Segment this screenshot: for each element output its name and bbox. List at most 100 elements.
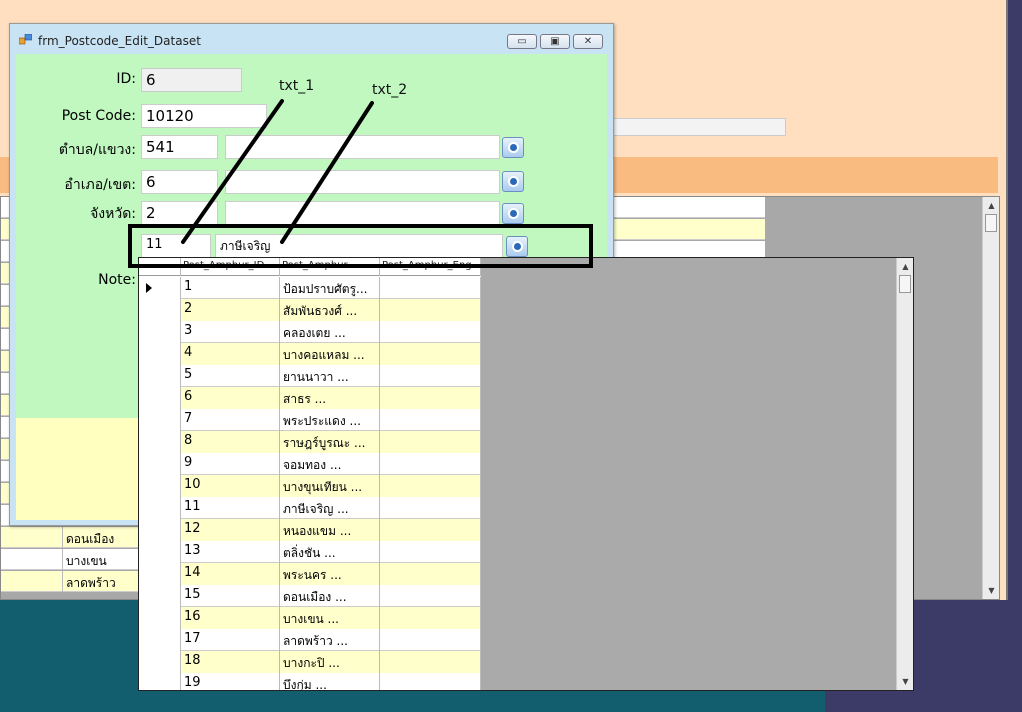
row-header[interactable] (139, 563, 181, 585)
row-header[interactable] (139, 299, 181, 321)
table-row[interactable]: 15 ดอนเมือง ... (139, 585, 481, 607)
cell-amphur-id[interactable]: 10 (181, 475, 280, 497)
cell-amphur-name[interactable]: พระประแดง ... (280, 409, 380, 431)
scroll-down-icon[interactable]: ▼ (983, 582, 1000, 599)
cell-amphur-name[interactable]: คลองเตย ... (280, 321, 380, 343)
scroll-up-icon[interactable]: ▲ (983, 197, 1000, 214)
cell-amphur-eng[interactable] (380, 365, 481, 387)
row-header[interactable] (139, 343, 181, 365)
row-header[interactable] (139, 453, 181, 475)
cell-amphur-name[interactable]: สาธร ... (280, 387, 380, 409)
background-grid-scrollbar[interactable]: ▲ ▼ (982, 197, 999, 599)
cell-amphur-name[interactable]: บางคอแหลม ... (280, 343, 380, 365)
cell-amphur-eng[interactable] (380, 497, 481, 519)
tambon-name-field[interactable] (225, 135, 500, 159)
row-header[interactable] (139, 673, 181, 690)
cell-amphur-name[interactable]: สัมพันธวงศ์ ... (280, 299, 380, 321)
row-header[interactable] (139, 321, 181, 343)
cell-amphur-eng[interactable] (380, 409, 481, 431)
minimize-button[interactable]: ▭ (507, 34, 537, 49)
cell-amphur-name[interactable]: ลาดพร้าว ... (280, 629, 380, 651)
cell-amphur-eng[interactable] (380, 651, 481, 673)
cell-amphur-id[interactable]: 3 (181, 321, 280, 343)
cell-amphur-eng[interactable] (380, 277, 481, 299)
cell-amphur-eng[interactable] (380, 541, 481, 563)
table-row[interactable]: 13 ตลิ่งชัน ... (139, 541, 481, 563)
cell-amphur-eng[interactable] (380, 607, 481, 629)
amphur-dropdown-grid[interactable]: Post_Amphur_ID Post_Amphur Post_Amphur_E… (138, 257, 914, 691)
cell-amphur-name[interactable]: ดอนเมือง ... (280, 585, 380, 607)
cell-amphur-eng[interactable] (380, 431, 481, 453)
table-row[interactable]: 3 คลองเตย ... (139, 321, 481, 343)
province-search-button[interactable] (502, 203, 524, 224)
cell-amphur-eng[interactable] (380, 563, 481, 585)
table-row[interactable]: 14 พระนคร ... (139, 563, 481, 585)
cell-amphur-id[interactable]: 4 (181, 343, 280, 365)
cell-amphur-eng[interactable] (380, 453, 481, 475)
table-row[interactable]: 12 หนองแขม ... (139, 519, 481, 541)
row-header[interactable] (139, 475, 181, 497)
amphur-code-field[interactable]: 6 (141, 170, 218, 194)
cell-amphur-eng[interactable] (380, 299, 481, 321)
cell-amphur-eng[interactable] (380, 585, 481, 607)
table-row[interactable]: 16 บางเขน ... (139, 607, 481, 629)
row-header[interactable] (139, 585, 181, 607)
table-row[interactable]: 6 สาธร ... (139, 387, 481, 409)
province-name-field[interactable] (225, 201, 500, 225)
cell-amphur-id[interactable]: 13 (181, 541, 280, 563)
cell-amphur-name[interactable]: บางกะปิ ... (280, 651, 380, 673)
cell-amphur-eng[interactable] (380, 519, 481, 541)
cell-amphur-eng[interactable] (380, 475, 481, 497)
province-code-field[interactable]: 2 (141, 201, 218, 225)
table-row[interactable]: 8 ราษฎร์บูรณะ ... (139, 431, 481, 453)
cell-amphur-eng[interactable] (380, 629, 481, 651)
cell-amphur-eng[interactable] (380, 673, 481, 690)
scroll-thumb[interactable] (985, 214, 997, 232)
table-row[interactable]: 17 ลาดพร้าว ... (139, 629, 481, 651)
cell-amphur-eng[interactable] (380, 321, 481, 343)
tambon-code-field[interactable]: 541 (141, 135, 218, 159)
cell-amphur-id[interactable]: 1 (181, 277, 280, 299)
cell-amphur-name[interactable]: บึงกุ่ม ... (280, 673, 380, 690)
close-button[interactable]: ✕ (573, 34, 603, 49)
row-header[interactable] (139, 651, 181, 673)
maximize-button[interactable]: ▣ (540, 34, 570, 49)
cell-amphur-id[interactable]: 6 (181, 387, 280, 409)
id-field[interactable]: 6 (141, 68, 242, 92)
table-row[interactable]: 1 ป้อมปราบศัตรู... (139, 277, 481, 299)
cell-amphur-name[interactable]: พระนคร ... (280, 563, 380, 585)
dropdown-grid-scrollbar[interactable]: ▲ ▼ (896, 258, 913, 690)
cell-amphur-eng[interactable] (380, 387, 481, 409)
cell-amphur-id[interactable]: 8 (181, 431, 280, 453)
cell-amphur-id[interactable]: 19 (181, 673, 280, 690)
table-row[interactable]: 5 ยานนาวา ... (139, 365, 481, 387)
cell-amphur-eng[interactable] (380, 343, 481, 365)
table-row[interactable]: 2 สัมพันธวงศ์ ... (139, 299, 481, 321)
row-header[interactable] (139, 431, 181, 453)
tambon-search-button[interactable] (502, 137, 524, 158)
cell-amphur-name[interactable]: ตลิ่งชัน ... (280, 541, 380, 563)
cell-amphur-id[interactable]: 7 (181, 409, 280, 431)
row-header[interactable] (139, 365, 181, 387)
cell-amphur-name[interactable]: ยานนาวา ... (280, 365, 380, 387)
cell-amphur-id[interactable]: 18 (181, 651, 280, 673)
table-row[interactable]: 10 บางขุนเทียน ... (139, 475, 481, 497)
scroll-up-icon[interactable]: ▲ (897, 258, 914, 275)
cell-amphur-id[interactable]: 12 (181, 519, 280, 541)
cell-amphur-name[interactable]: จอมทอง ... (280, 453, 380, 475)
amphur-search-button[interactable] (502, 171, 524, 192)
cell-amphur-id[interactable]: 11 (181, 497, 280, 519)
cell-amphur-name[interactable]: บางเขน ... (280, 607, 380, 629)
row-header[interactable] (139, 387, 181, 409)
table-row[interactable]: 11 ภาษีเจริญ ... (139, 497, 481, 519)
table-row[interactable]: 4 บางคอแหลม ... (139, 343, 481, 365)
title-bar[interactable]: frm_Postcode_Edit_Dataset ▭ ▣ ✕ (10, 24, 613, 54)
amphur-name-field[interactable] (225, 170, 500, 194)
cell-amphur-name[interactable]: ราษฎร์บูรณะ ... (280, 431, 380, 453)
postcode-field[interactable]: 10120 (141, 104, 267, 128)
cell-amphur-name[interactable]: หนองแขม ... (280, 519, 380, 541)
cell-amphur-id[interactable]: 2 (181, 299, 280, 321)
cell-amphur-id[interactable]: 5 (181, 365, 280, 387)
table-row[interactable]: 18 บางกะปิ ... (139, 651, 481, 673)
cell-amphur-id[interactable]: 16 (181, 607, 280, 629)
